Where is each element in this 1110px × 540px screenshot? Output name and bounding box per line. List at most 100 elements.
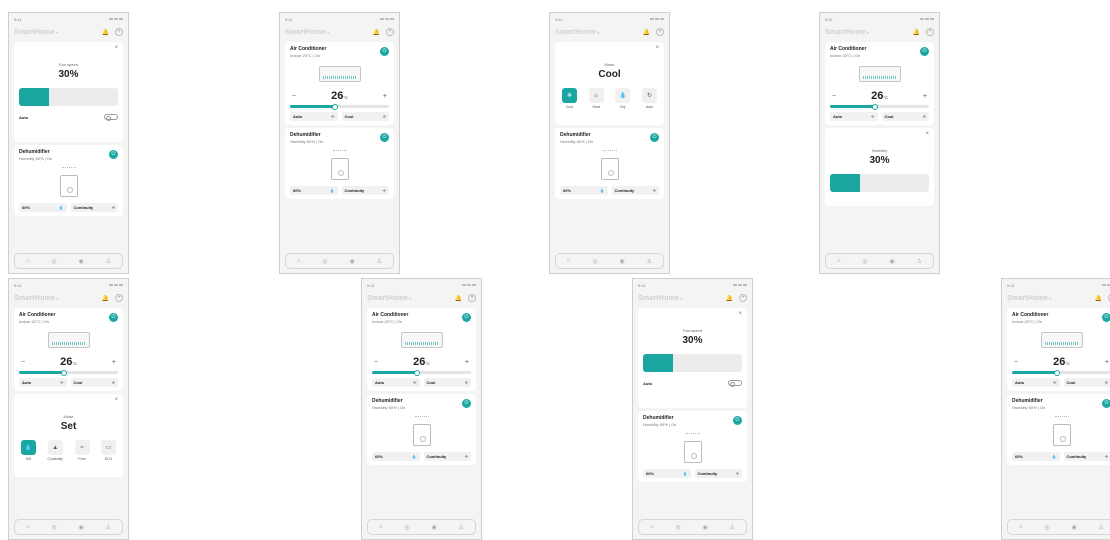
scenes-icon[interactable]: ◎ xyxy=(1044,524,1049,531)
home-icon[interactable]: ⌂ xyxy=(650,524,654,530)
scenes-icon[interactable]: ◎ xyxy=(51,524,56,531)
temperature-slider[interactable] xyxy=(372,371,471,374)
mode-option[interactable]: ▲ Continuity xyxy=(47,440,63,461)
close-icon[interactable]: × xyxy=(114,45,118,51)
bell-icon[interactable]: 🔔 xyxy=(455,295,462,302)
close-icon[interactable]: × xyxy=(738,311,742,317)
profile-icon[interactable]: ♙ xyxy=(459,524,464,531)
scenes-icon[interactable]: ◎ xyxy=(675,524,680,531)
scenes-icon[interactable]: ◎ xyxy=(322,258,327,265)
ac-mode-chip[interactable]: Cool❄ xyxy=(1064,378,1110,387)
close-icon[interactable]: × xyxy=(925,131,929,137)
temp-increase-button[interactable]: + xyxy=(465,359,469,366)
scenes-icon[interactable]: ◎ xyxy=(51,258,56,265)
home-selector[interactable]: SmartHome▾ xyxy=(555,29,599,36)
mode-option[interactable]: ↻ Auto xyxy=(642,88,657,109)
mode-icon[interactable]: 💧 xyxy=(615,88,630,103)
power-button[interactable]: ⏻ xyxy=(462,313,471,322)
mode-icon[interactable]: ▲ xyxy=(48,440,63,455)
continuity-chip[interactable]: Continuity✣ xyxy=(342,186,390,195)
discover-icon[interactable]: ◉ xyxy=(79,524,84,531)
discover-icon[interactable]: ◉ xyxy=(432,524,437,531)
discover-icon[interactable]: ◉ xyxy=(79,258,84,265)
mode-option[interactable]: 💧 Dry xyxy=(615,88,630,109)
mode-option[interactable]: ❄ Cool xyxy=(562,88,577,109)
home-icon[interactable]: ⌂ xyxy=(1019,524,1023,530)
home-icon[interactable]: ⌂ xyxy=(567,258,571,264)
home-selector[interactable]: SmartHome▾ xyxy=(638,295,682,302)
mode-icon[interactable]: ☼ xyxy=(589,88,604,103)
mode-option[interactable]: ☼ Heat xyxy=(589,88,604,109)
home-icon[interactable]: ⌂ xyxy=(297,258,301,264)
power-button[interactable]: ⏻ xyxy=(380,133,389,142)
dehumidifier-card[interactable]: Dehumidifier Humidity 60% | On ⏻ 60%💧 Co… xyxy=(638,411,747,482)
air-conditioner-card[interactable]: Air Conditioner Indoor 20°C | On ⏻ − 26°… xyxy=(1007,308,1110,391)
ac-mode-chip[interactable]: Cool❄ xyxy=(424,378,472,387)
mode-icon[interactable]: ▭ xyxy=(101,440,116,455)
ac-fan-chip[interactable]: Auto✣ xyxy=(290,112,338,121)
profile-icon[interactable]: ♙ xyxy=(917,258,922,265)
ac-mode-chip[interactable]: Cool❄ xyxy=(882,112,930,121)
mode-icon[interactable]: ❄ xyxy=(562,88,577,103)
profile-icon[interactable]: ♙ xyxy=(377,258,382,265)
home-selector[interactable]: SmartHome▾ xyxy=(285,29,329,36)
humidity-chip[interactable]: 60%💧 xyxy=(290,186,338,195)
air-conditioner-card[interactable]: Air Conditioner Indoor 20°C | On ⏻ − 26°… xyxy=(825,42,934,125)
dehumidifier-card[interactable]: Dehumidifier Humidity 60% | On ⏻ 60%💧 Co… xyxy=(555,128,664,199)
slider-handle[interactable] xyxy=(332,104,338,110)
home-selector[interactable]: SmartHome▾ xyxy=(367,295,411,302)
air-conditioner-card[interactable]: Air Conditioner Indoor 20°C | On ⏻ − 26°… xyxy=(285,42,394,125)
mode-icon[interactable]: ≈ xyxy=(75,440,90,455)
power-button[interactable]: ⏻ xyxy=(733,416,742,425)
mode-icon[interactable]: ↻ xyxy=(642,88,657,103)
temp-decrease-button[interactable]: − xyxy=(21,359,25,366)
continuity-chip[interactable]: Continuity✣ xyxy=(424,452,472,461)
home-selector[interactable]: SmartHome▾ xyxy=(1007,295,1051,302)
home-icon[interactable]: ⌂ xyxy=(26,524,30,530)
bell-icon[interactable]: 🔔 xyxy=(913,29,920,36)
home-icon[interactable]: ⌂ xyxy=(837,258,841,264)
close-icon[interactable]: × xyxy=(114,397,118,403)
add-device-button[interactable]: + xyxy=(926,28,934,36)
air-conditioner-card[interactable]: Air Conditioner Indoor 20°C | On ⏻ − 26°… xyxy=(367,308,476,391)
humidity-chip[interactable]: 60%💧 xyxy=(1012,452,1060,461)
continuity-chip[interactable]: Continuity✣ xyxy=(612,186,660,195)
add-device-button[interactable]: + xyxy=(115,28,123,36)
home-selector[interactable]: SmartHome▾ xyxy=(825,29,869,36)
humidity-chip[interactable]: 60%💧 xyxy=(19,203,67,212)
home-selector[interactable]: SmartHome▾ xyxy=(14,29,58,36)
level-slider[interactable] xyxy=(643,354,742,372)
humidity-chip[interactable]: 60%💧 xyxy=(643,469,691,478)
temp-decrease-button[interactable]: − xyxy=(1014,359,1018,366)
mode-option[interactable]: ≈ Pure xyxy=(75,440,90,461)
profile-icon[interactable]: ♙ xyxy=(647,258,652,265)
bell-icon[interactable]: 🔔 xyxy=(102,295,109,302)
temperature-slider[interactable] xyxy=(1012,371,1110,374)
level-slider[interactable] xyxy=(830,174,929,192)
discover-icon[interactable]: ◉ xyxy=(620,258,625,265)
dehumidifier-card[interactable]: Dehumidifier Humidity 60% | On ⏻ 60%💧 Co… xyxy=(1007,394,1110,465)
home-icon[interactable]: ⌂ xyxy=(379,524,383,530)
ac-fan-chip[interactable]: Auto✣ xyxy=(372,378,420,387)
temp-increase-button[interactable]: + xyxy=(383,93,387,100)
bell-icon[interactable]: 🔔 xyxy=(726,295,733,302)
bell-icon[interactable]: 🔔 xyxy=(102,29,109,36)
bell-icon[interactable]: 🔔 xyxy=(373,29,380,36)
temperature-slider[interactable] xyxy=(830,105,929,108)
dehumidifier-card[interactable]: Dehumidifier Humidity 60% | On ⏻ 60%💧 Co… xyxy=(367,394,476,465)
slider-handle[interactable] xyxy=(414,370,420,376)
dehumidifier-card[interactable]: Dehumidifier Humidity 60% | On ⏻ 60%💧 Co… xyxy=(14,145,123,216)
power-button[interactable]: ⏻ xyxy=(650,133,659,142)
add-device-button[interactable]: + xyxy=(386,28,394,36)
humidity-chip[interactable]: 60%💧 xyxy=(372,452,420,461)
add-device-button[interactable]: + xyxy=(739,294,747,302)
bell-icon[interactable]: 🔔 xyxy=(643,29,650,36)
ac-fan-chip[interactable]: Auto✣ xyxy=(1012,378,1060,387)
scenes-icon[interactable]: ◎ xyxy=(592,258,597,265)
profile-icon[interactable]: ♙ xyxy=(730,524,735,531)
slider-handle[interactable] xyxy=(61,370,67,376)
profile-icon[interactable]: ♙ xyxy=(1099,524,1104,531)
air-conditioner-card[interactable]: Air Conditioner Indoor 20°C | On ⏻ − 26°… xyxy=(14,308,123,391)
auto-toggle[interactable] xyxy=(728,380,742,386)
continuity-chip[interactable]: Continuity✣ xyxy=(1064,452,1110,461)
